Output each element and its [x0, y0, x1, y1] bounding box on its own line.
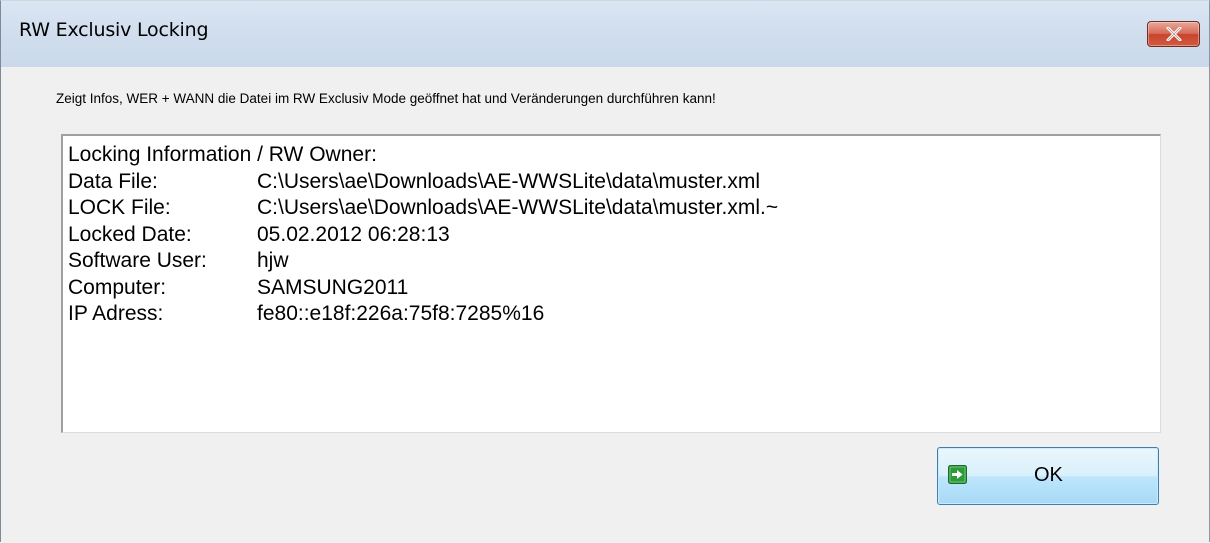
info-label: Data File:: [68, 169, 158, 193]
info-value: C:\Users\ae\Downloads\AE-WWSLite\data\mu…: [257, 169, 760, 193]
info-row-ip-address: IP Adress: fe80::e18f:226a:75f8:7285%16: [68, 301, 1160, 328]
info-value: fe80::e18f:226a:75f8:7285%16: [257, 302, 545, 325]
ok-button-label: OK: [1034, 464, 1063, 486]
locking-info-box[interactable]: Locking Information / RW Owner: Data Fil…: [61, 134, 1161, 433]
dialog-client-area: Zeigt Infos, WER + WANN die Datei im RW …: [1, 67, 1209, 543]
info-row-locked-date: Locked Date: 05.02.2012 06:28:13: [68, 222, 1160, 249]
info-label: Computer:: [68, 275, 167, 299]
info-row-computer: Computer: SAMSUNG2011: [68, 275, 1160, 302]
info-value: hjw: [257, 249, 289, 272]
close-button[interactable]: [1147, 21, 1200, 47]
dialog-window: RW Exclusiv Locking Zeigt Infos, WER + W…: [0, 0, 1210, 543]
ok-button[interactable]: OK: [937, 447, 1159, 505]
info-label: IP Adress:: [68, 302, 164, 325]
info-label: Locked Date:: [68, 222, 192, 246]
window-title: RW Exclusiv Locking: [19, 19, 209, 41]
info-label: Software User:: [68, 249, 207, 272]
info-heading: Locking Information / RW Owner:: [68, 143, 377, 166]
info-value: SAMSUNG2011: [257, 275, 409, 299]
info-value: 05.02.2012 06:28:13: [257, 222, 450, 246]
info-row-lock-file: LOCK File: C:\Users\ae\Downloads\AE-WWSL…: [68, 195, 1160, 222]
info-row-data-file: Data File: C:\Users\ae\Downloads\AE-WWSL…: [68, 169, 1160, 196]
green-arrow-icon: [948, 465, 967, 484]
info-row-software-user: Software User: hjw: [68, 248, 1160, 275]
close-icon: [1166, 27, 1182, 41]
info-label: LOCK File:: [68, 196, 171, 219]
info-value: C:\Users\ae\Downloads\AE-WWSLite\data\mu…: [257, 196, 779, 219]
title-bar[interactable]: RW Exclusiv Locking: [1, 1, 1209, 67]
description-text: Zeigt Infos, WER + WANN die Datei im RW …: [56, 91, 716, 106]
